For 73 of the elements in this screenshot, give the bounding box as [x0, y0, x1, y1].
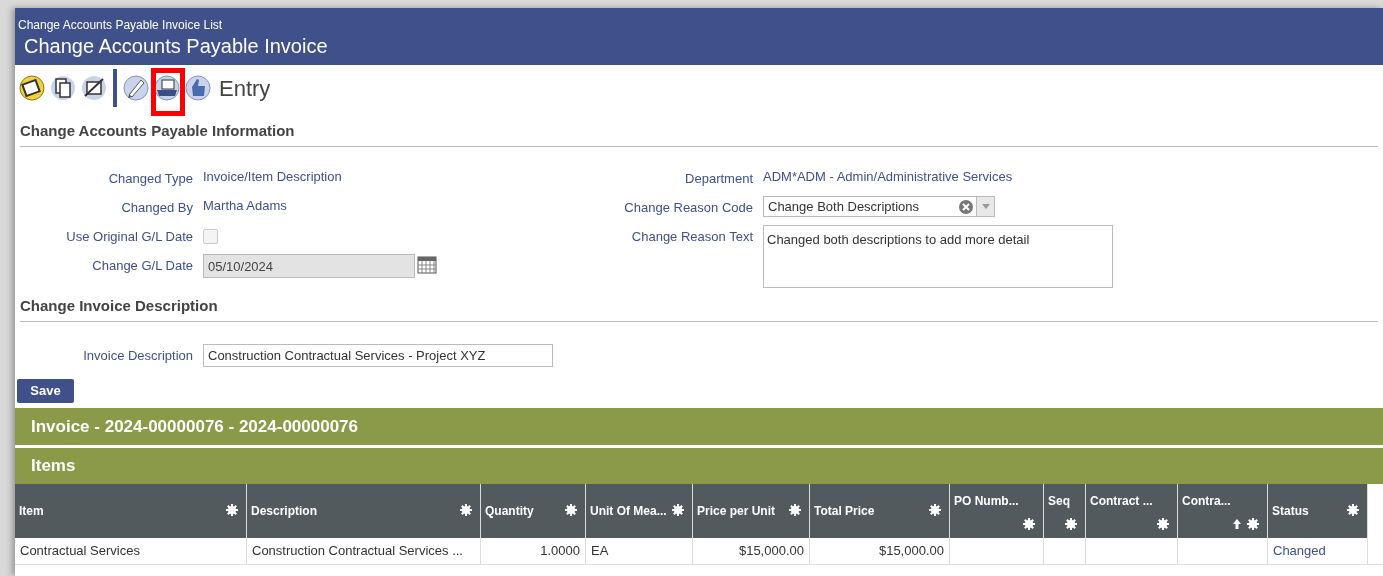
table-cell: Contractual Services: [15, 538, 247, 564]
gear-icon[interactable]: [460, 504, 472, 516]
gear-icon[interactable]: [672, 504, 684, 516]
section-title: Change Invoice Description: [20, 295, 218, 316]
table-cell: $15,000.00: [693, 538, 810, 564]
table-cell: Construction Contractual Services ...: [247, 538, 481, 564]
column-header[interactable]: Description: [247, 484, 481, 538]
column-header[interactable]: Item: [15, 484, 247, 538]
field-label: Change Reason Text: [630, 228, 754, 246]
clear-icon[interactable]: [959, 199, 973, 214]
field-value: Martha Adams: [203, 197, 287, 215]
gear-icon[interactable]: [789, 504, 801, 516]
column-header[interactable]: PO Numb...: [950, 484, 1044, 538]
column-title: PO Numb...: [954, 493, 1019, 510]
gear-icon[interactable]: [565, 504, 577, 516]
field-label: Change Reason Code: [623, 199, 754, 217]
gear-icon[interactable]: [1157, 518, 1169, 530]
column-title: Unit Of Mea...: [590, 503, 667, 520]
column-header[interactable]: Price per Unit: [693, 484, 810, 538]
column-title: Contract ...: [1090, 493, 1153, 510]
column-title: Contra...: [1182, 493, 1231, 510]
field-value: ADM*ADM - Admin/Administrative Services: [763, 168, 1013, 186]
select-field[interactable]: Change Both Descriptions: [763, 196, 995, 217]
field-label: Changed By: [120, 199, 194, 217]
gear-icon[interactable]: [1347, 504, 1359, 516]
notepad-icon[interactable]: [18, 74, 46, 102]
column-title: Description: [251, 503, 317, 520]
table-cell: Changed: [1268, 538, 1368, 564]
field-value: Invoice/Item Description: [203, 168, 342, 186]
save-button[interactable]: Save: [17, 379, 74, 403]
sort-arrow-icon[interactable]: [1233, 519, 1241, 529]
items-bar: Items: [15, 448, 1383, 484]
column-header[interactable]: Seq: [1044, 484, 1086, 538]
field-label: Invoice Description: [82, 346, 194, 365]
pen-icon[interactable]: [122, 74, 150, 102]
invoice-bar: Invoice - 2024-00000076 - 2024-00000076: [15, 408, 1383, 445]
description-field[interactable]: Construction Contractual Services - Project XYZ: [203, 344, 553, 367]
section-title: Change Accounts Payable Information: [20, 120, 295, 141]
column-header[interactable]: Status: [1268, 484, 1368, 538]
column-header[interactable]: Quantity: [481, 484, 586, 538]
column-title: Status: [1272, 503, 1309, 520]
field-label: Changed Type: [107, 170, 194, 188]
column-header[interactable]: Contra...: [1178, 484, 1268, 538]
column-title: Price per Unit: [697, 503, 776, 520]
field-label: Department: [684, 170, 754, 188]
field-label: Change G/L Date: [91, 257, 194, 275]
column-header[interactable]: Unit Of Mea...: [586, 484, 693, 538]
gear-icon[interactable]: [929, 504, 941, 516]
page-title: Change Accounts Payable Invoice: [23, 34, 329, 59]
column-title: Quantity: [485, 503, 534, 520]
printer-icon[interactable]: [153, 74, 181, 102]
column-title: Item: [19, 503, 44, 520]
breadcrumb-link[interactable]: Change Accounts Payable Invoice List: [18, 17, 1380, 33]
column-header[interactable]: Contract ...: [1086, 484, 1178, 538]
column-title: Total Price: [814, 503, 875, 520]
column-header[interactable]: Total Price: [810, 484, 950, 538]
copy-icon[interactable]: [49, 74, 77, 102]
gear-icon[interactable]: [1247, 518, 1259, 530]
column-title: Seq: [1048, 493, 1070, 510]
reason-textarea[interactable]: Changed both descriptions to add more detail: [763, 225, 1113, 288]
gear-icon[interactable]: [226, 504, 238, 516]
checkbox[interactable]: [203, 229, 218, 244]
table-cell: $15,000.00: [810, 538, 950, 564]
thumbs-up-icon[interactable]: [184, 74, 212, 102]
gear-icon[interactable]: [1023, 518, 1035, 530]
select-value: Change Both Descriptions: [767, 197, 921, 216]
void-icon[interactable]: [80, 74, 108, 102]
calendar-icon[interactable]: [417, 256, 437, 274]
table-cell: EA: [586, 538, 693, 564]
table-cell: 1.0000: [481, 538, 586, 564]
field-label: Use Original G/L Date: [65, 228, 194, 246]
toolbar-label: Entry: [219, 74, 271, 103]
gear-icon[interactable]: [1065, 518, 1077, 530]
